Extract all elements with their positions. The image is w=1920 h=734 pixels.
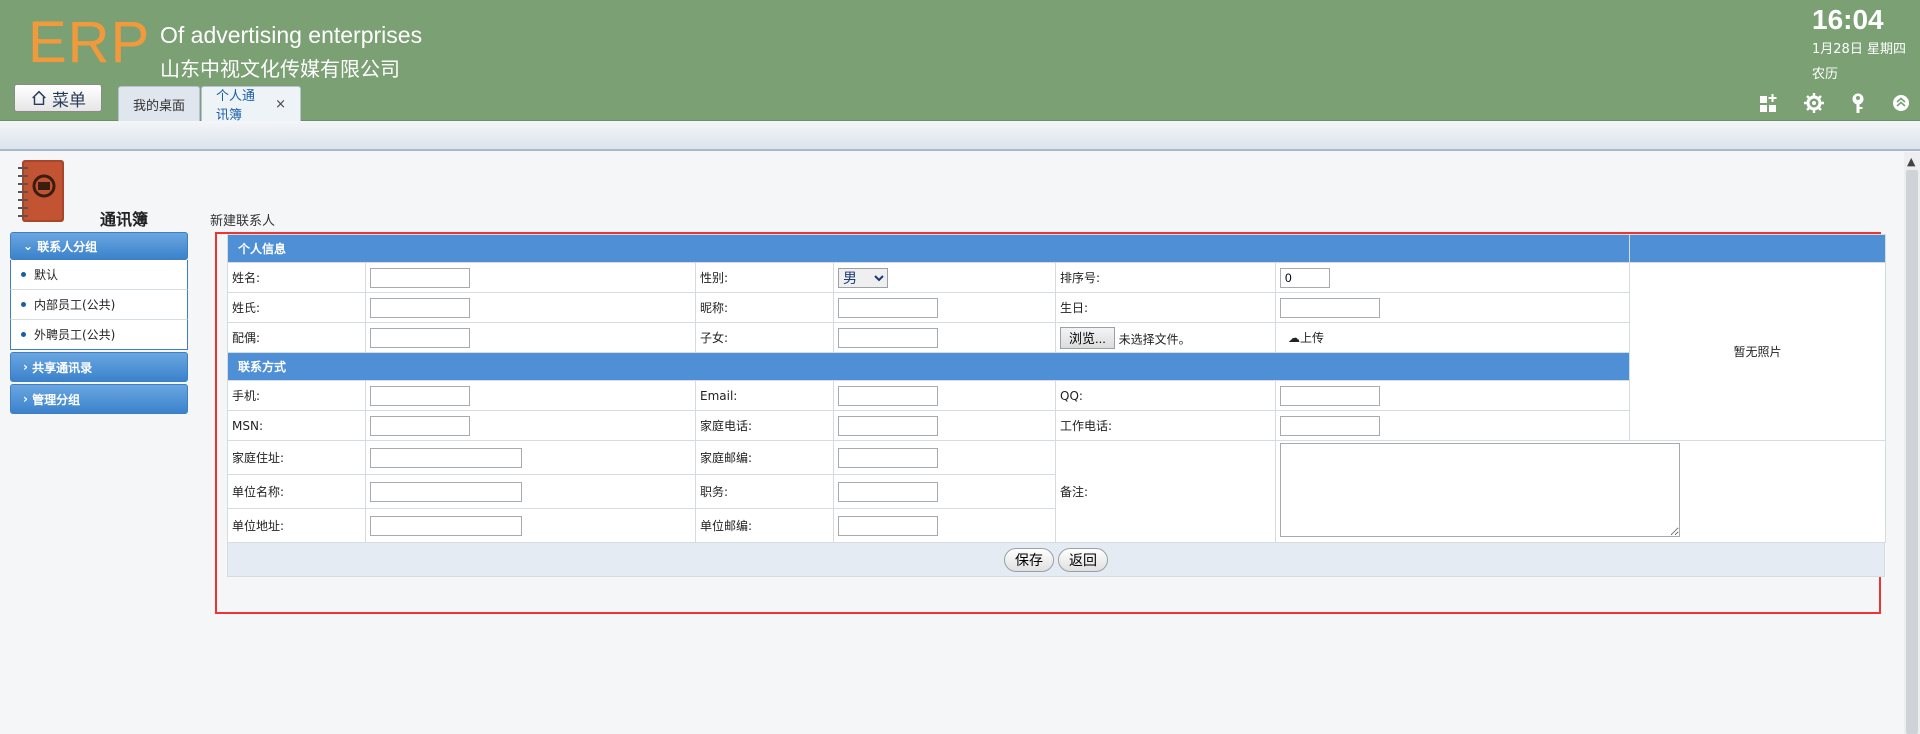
company-title-cn: 山东中视文化传媒有限公司 [160,57,400,81]
key-icon[interactable] [1847,92,1869,114]
label-position: 职务: [695,474,834,509]
company-input[interactable] [370,481,522,502]
tab-my-desktop[interactable]: 我的桌面 [118,86,200,121]
app-header: ERP Of advertising enterprises 山东中视文化传媒有… [0,0,1920,123]
bullet-icon [21,302,26,307]
form-actions: 保存 返回 [227,543,1885,577]
name-input[interactable] [370,267,470,288]
section-personal-info: 个人信息 [226,234,1631,263]
label-msn: MSN: [227,410,366,441]
company-zip-input[interactable] [838,515,938,536]
surname-input[interactable] [370,297,470,318]
tab-label: 我的桌面 [133,98,186,114]
tab-label: 个人通讯簿 [216,89,256,123]
birthday-input[interactable] [1280,297,1380,318]
erp-logo: ERP [28,10,151,75]
sidebar-group-label: 联系人分组 [37,239,98,254]
chevron-right-icon: › [23,392,33,406]
label-home-zip: 家庭邮编: [695,440,834,475]
label-home-address: 家庭住址: [227,440,366,475]
photo-placeholder: 暂无照片 [1629,262,1887,441]
order-input[interactable] [1280,267,1330,288]
clock-date: 1月28日 星期四 [1812,42,1906,57]
company-address-input[interactable] [370,515,522,536]
qq-input[interactable] [1280,385,1380,406]
scroll-up-icon[interactable]: ▲ [1907,155,1915,168]
home-address-input[interactable] [370,447,522,468]
remark-textarea[interactable] [1280,443,1680,537]
spouse-input[interactable] [370,327,470,348]
label-remark: 备注: [1055,440,1276,543]
section-photo-header [1629,234,1887,263]
label-work-phone: 工作电话: [1055,410,1276,441]
sidebar-item-label: 外聘员工(公共) [34,328,116,342]
gear-icon[interactable] [1803,92,1825,114]
page-title: 新建联系人 [210,214,276,229]
label-gender: 性别: [695,262,834,293]
tab-personal-contacts[interactable]: 个人通讯簿 × [201,86,301,123]
no-file-text: 未选择文件。 [1118,332,1191,346]
browse-button[interactable]: 浏览... [1060,326,1115,349]
label-nickname: 昵称: [695,292,834,323]
sidebar-shared-contacts[interactable]: › 共享通讯录 [10,352,188,382]
msn-input[interactable] [370,415,470,436]
home-icon [32,90,46,106]
upload-icon[interactable]: ☁ [1288,331,1300,345]
chevron-down-icon: ⌄ [23,239,38,253]
toolbar-strip [0,121,1920,151]
label-surname: 姓氏: [227,292,366,323]
scrollbar-thumb[interactable] [1906,170,1918,734]
back-button[interactable]: 返回 [1058,547,1108,572]
menu-button[interactable]: 菜单 [14,84,102,112]
sidebar-item-label: 内部员工(公共) [34,298,116,312]
tab-close-icon[interactable]: × [275,97,286,112]
label-name: 姓名: [227,262,366,293]
sidebar-manage-label: 管理分组 [32,392,81,407]
label-email: Email: [695,380,834,411]
menu-label: 菜单 [52,90,86,111]
sidebar-item-external-staff[interactable]: 外聘员工(公共) [10,320,188,350]
nickname-input[interactable] [838,297,938,318]
sidebar-shared-label: 共享通讯录 [32,360,93,375]
contact-form: 个人信息 姓名: 性别: 男 排序号: 暂无照片 姓氏: 昵称: 生日: 配偶:… [226,234,1887,577]
sidebar-item-internal-staff[interactable]: 内部员工(公共) [10,290,188,320]
home-phone-input[interactable] [838,415,938,436]
address-book-icon [18,160,64,222]
label-order: 排序号: [1055,262,1276,293]
label-company-zip: 单位邮编: [695,508,834,543]
label-birthday: 生日: [1055,292,1276,323]
address-book-title: 通讯簿 [100,210,149,229]
section-contact-info: 联系方式 [226,352,1631,381]
label-home-phone: 家庭电话: [695,410,834,441]
email-input[interactable] [838,385,938,406]
position-input[interactable] [838,481,938,502]
lunar-calendar-link[interactable]: 农历 [1812,63,1838,82]
label-children: 子女: [695,322,834,353]
bullet-icon [21,272,26,277]
home-zip-input[interactable] [838,447,938,468]
sidebar-item-label: 默认 [34,268,59,282]
company-title-en: Of advertising enterprises [160,22,423,48]
label-mobile: 手机: [227,380,366,411]
bullet-icon [21,332,26,337]
gender-select[interactable]: 男 [838,267,888,288]
chevron-right-icon: › [23,360,33,374]
label-company-address: 单位地址: [227,508,366,543]
label-company: 单位名称: [227,474,366,509]
sidebar: ⌄ 联系人分组 默认 内部员工(公共) 外聘员工(公共) › 共享通讯录 › 管… [10,232,188,414]
sidebar-manage-groups[interactable]: › 管理分组 [10,384,188,414]
label-spouse: 配偶: [227,322,366,353]
clock-time: 16:04 [1812,4,1884,35]
save-button[interactable]: 保存 [1004,547,1054,572]
children-input[interactable] [838,327,938,348]
sidebar-group-header[interactable]: ⌄ 联系人分组 [10,232,188,260]
chevron-up-circle-icon[interactable] [1890,92,1912,114]
mobile-input[interactable] [370,385,470,406]
grid-plus-icon[interactable] [1758,92,1780,114]
label-qq: QQ: [1055,380,1276,411]
upload-link[interactable]: 上传 [1300,331,1324,345]
work-phone-input[interactable] [1280,415,1380,436]
sidebar-item-default[interactable]: 默认 [10,260,188,290]
